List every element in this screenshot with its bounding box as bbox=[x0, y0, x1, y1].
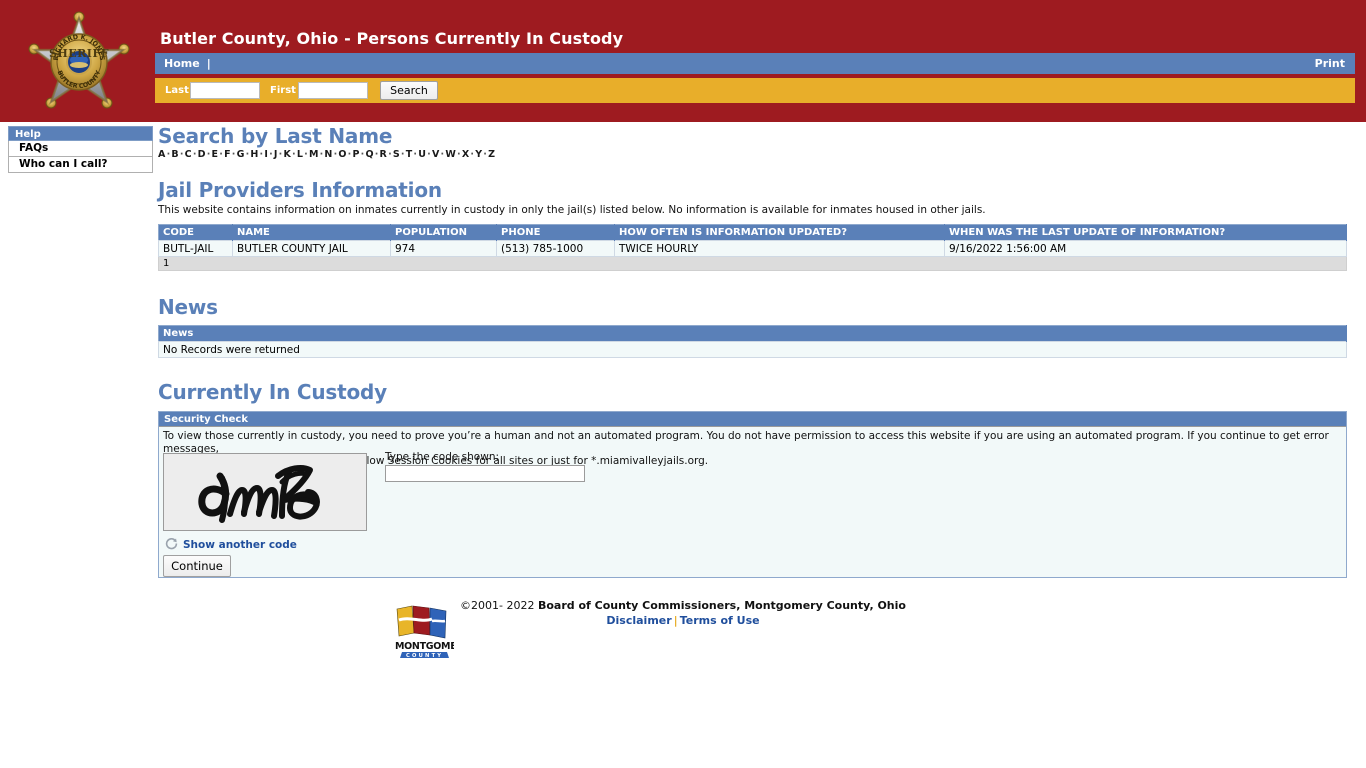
copyright-owner: Board of County Commissioners, Montgomer… bbox=[537, 599, 906, 612]
table-header-row: CODE NAME POPULATION PHONE HOW OFTEN IS … bbox=[158, 224, 1347, 241]
col-news: News bbox=[158, 325, 1347, 342]
primary-navbar: Home | Print bbox=[155, 53, 1355, 74]
alpha-link-o[interactable]: O bbox=[338, 149, 346, 160]
sidebar-item-faqs-label[interactable]: FAQs bbox=[19, 142, 48, 154]
refresh-icon bbox=[165, 537, 178, 553]
security-check-body: To view those currently in custody, you … bbox=[159, 427, 1346, 577]
show-another-code-link[interactable]: Show another code bbox=[165, 537, 297, 553]
alpha-link-f[interactable]: F bbox=[224, 149, 231, 160]
copyright-line: ©2001- 2022 Board of County Commissioner… bbox=[460, 598, 906, 613]
alpha-link-c[interactable]: C bbox=[185, 149, 192, 160]
sidebar-item-who-can-i-call[interactable]: Who can I call? bbox=[8, 157, 153, 173]
table-row: BUTL-JAIL BUTLER COUNTY JAIL 974 (513) 7… bbox=[158, 240, 1347, 257]
alpha-link-u[interactable]: U bbox=[418, 149, 426, 160]
captcha-image bbox=[163, 453, 367, 531]
alphabet-index: A·B·C·D·E·F·G·H·I·J·K·L·M·N·O·P·Q·R·S·T·… bbox=[158, 149, 1350, 160]
disclaimer-link[interactable]: Disclaimer bbox=[606, 614, 671, 627]
table-pager-row: 1 bbox=[158, 256, 1347, 271]
pager-page-1[interactable]: 1 bbox=[158, 256, 1347, 271]
montgomery-county-logo: MONTGOMERY COUNTY bbox=[392, 603, 470, 661]
heading-search-by-last-name: Search by Last Name bbox=[158, 124, 393, 148]
alpha-link-m[interactable]: M bbox=[309, 149, 319, 160]
main-content: Search by Last Name A·B·C·D·E·F·G·H·I·J·… bbox=[158, 124, 1350, 578]
alpha-link-a[interactable]: A bbox=[158, 149, 166, 160]
print-link[interactable]: Print bbox=[1315, 57, 1345, 70]
alpha-link-n[interactable]: N bbox=[324, 149, 332, 160]
footer-links: Disclaimer | Terms of Use bbox=[460, 613, 906, 628]
site-header: RICHARD K. JONES BUTLER COUNTY SHERIFF B… bbox=[0, 0, 1366, 122]
security-check-title: Security Check bbox=[159, 412, 1346, 427]
nav-item-home[interactable]: Home bbox=[164, 57, 200, 70]
news-table: News No Records were returned bbox=[158, 325, 1347, 358]
news-empty-message: No Records were returned bbox=[158, 341, 1347, 358]
alpha-link-p[interactable]: P bbox=[352, 149, 359, 160]
news-header-row: News bbox=[158, 325, 1347, 342]
quick-search-bar: Last First Search bbox=[155, 78, 1355, 103]
security-check-paragraph-line1: To view those currently in custody, you … bbox=[163, 430, 1329, 455]
col-phone: PHONE bbox=[496, 224, 615, 241]
alpha-link-s[interactable]: S bbox=[393, 149, 400, 160]
col-code: CODE bbox=[158, 224, 233, 241]
captcha-code-input[interactable] bbox=[385, 465, 585, 482]
svg-text:MONTGOMERY: MONTGOMERY bbox=[395, 641, 454, 652]
cell-phone: (513) 785-1000 bbox=[496, 240, 615, 257]
news-empty-row: No Records were returned bbox=[158, 341, 1347, 358]
sheriff-badge-logo: RICHARD K. JONES BUTLER COUNTY SHERIFF bbox=[18, 8, 140, 116]
sidebar-item-who-can-i-call-label[interactable]: Who can I call? bbox=[19, 158, 108, 170]
alpha-link-v[interactable]: V bbox=[432, 149, 440, 160]
last-name-input[interactable] bbox=[190, 82, 260, 99]
cell-update-freq: TWICE HOURLY bbox=[614, 240, 945, 257]
svg-text:COUNTY: COUNTY bbox=[406, 653, 443, 659]
last-name-label: Last bbox=[165, 85, 189, 96]
nav-separator: | bbox=[206, 57, 211, 70]
first-name-input[interactable] bbox=[298, 82, 368, 99]
heading-currently-in-custody: Currently In Custody bbox=[158, 380, 387, 404]
svg-text:SHERIFF: SHERIFF bbox=[49, 47, 109, 60]
site-footer: MONTGOMERY COUNTY ©2001- 2022 Board of C… bbox=[0, 598, 1366, 659]
terms-of-use-link[interactable]: Terms of Use bbox=[680, 614, 760, 627]
alpha-link-d[interactable]: D bbox=[198, 149, 206, 160]
jail-providers-blurb: This website contains information on inm… bbox=[158, 204, 986, 216]
alpha-link-z[interactable]: Z bbox=[488, 149, 495, 160]
jail-providers-table: CODE NAME POPULATION PHONE HOW OFTEN IS … bbox=[158, 224, 1347, 271]
copyright-years: ©2001- 2022 bbox=[460, 599, 538, 612]
cell-last-update: 9/16/2022 1:56:00 AM bbox=[944, 240, 1347, 257]
alpha-link-r[interactable]: R bbox=[380, 149, 388, 160]
col-name: NAME bbox=[232, 224, 391, 241]
nav-left-group: Home | bbox=[164, 57, 215, 70]
cell-code: BUTL-JAIL bbox=[158, 240, 233, 257]
first-name-label: First bbox=[270, 85, 296, 96]
security-check-panel: Security Check To view those currently i… bbox=[158, 411, 1347, 578]
show-another-code-label[interactable]: Show another code bbox=[183, 539, 297, 551]
sidebar-header-help: Help bbox=[8, 126, 153, 141]
col-update-freq: HOW OFTEN IS INFORMATION UPDATED? bbox=[614, 224, 945, 241]
footer-inner: MONTGOMERY COUNTY ©2001- 2022 Board of C… bbox=[395, 598, 906, 659]
alpha-link-w[interactable]: W bbox=[445, 149, 456, 160]
col-population: POPULATION bbox=[390, 224, 497, 241]
heading-news: News bbox=[158, 295, 218, 319]
alpha-link-k[interactable]: K bbox=[283, 149, 291, 160]
sidebar-item-faqs[interactable]: FAQs bbox=[8, 141, 153, 157]
alpha-link-g[interactable]: G bbox=[237, 149, 245, 160]
cell-population: 974 bbox=[390, 240, 497, 257]
continue-button[interactable]: Continue bbox=[163, 555, 231, 577]
alpha-link-h[interactable]: H bbox=[250, 149, 258, 160]
search-button[interactable]: Search bbox=[380, 81, 438, 100]
heading-jail-providers: Jail Providers Information bbox=[158, 178, 442, 202]
page-title: Butler County, Ohio - Persons Currently … bbox=[160, 29, 624, 48]
footer-link-separator: | bbox=[673, 614, 678, 627]
alpha-link-b[interactable]: B bbox=[171, 149, 178, 160]
col-last-update: WHEN WAS THE LAST UPDATE OF INFORMATION? bbox=[944, 224, 1347, 241]
help-sidebar: Help FAQs Who can I call? bbox=[8, 126, 153, 173]
cell-name: BUTLER COUNTY JAIL bbox=[232, 240, 391, 257]
alpha-link-q[interactable]: Q bbox=[365, 149, 373, 160]
type-code-label: Type the code shown: bbox=[385, 451, 500, 463]
